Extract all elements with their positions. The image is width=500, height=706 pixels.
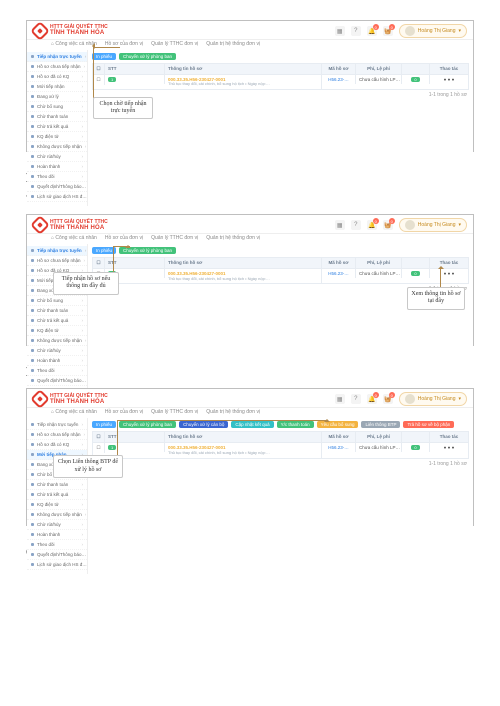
sidebar-item[interactable]: Mới tiếp nhận› — [27, 82, 87, 92]
sidebar-item[interactable]: Chờ bổ sung› — [27, 296, 87, 306]
sidebar-item[interactable]: Hồ sơ chưa tiếp nhận› — [27, 430, 87, 440]
figure-3: HTTT GIẢI QUYẾT TTHCTỈNH THANH HÓA ▦ ? 🔔… — [26, 388, 474, 526]
sidebar-item[interactable]: Chờ trả kết quả› — [27, 316, 87, 326]
sidebar-item[interactable]: Không được tiếp nhận› — [27, 336, 87, 346]
user-chip[interactable]: Hoàng Thị Giang▾ — [399, 218, 467, 232]
sidebar-item[interactable]: Hồ sơ đã có KQ› — [27, 440, 87, 450]
sidebar-item[interactable]: Hồ sơ chưa tiếp nhận› — [27, 62, 87, 72]
sidebar-item[interactable]: Chờ thanh toán› — [27, 480, 87, 490]
sidebar-item[interactable]: Chờ thanh toán› — [27, 112, 87, 122]
cart-icon[interactable]: 🧺0 — [383, 220, 393, 230]
sidebar-item[interactable]: Chờ thanh toán› — [27, 306, 87, 316]
print-button[interactable]: In phiếu — [92, 421, 116, 428]
bell-icon[interactable]: 🔔0 — [367, 220, 377, 230]
return-dossier-button[interactable]: Trả hồ sơ về bộ phận — [403, 421, 454, 428]
sidebar-item[interactable]: Quyết định/Thông báo…› — [27, 182, 87, 192]
avatar — [405, 26, 415, 36]
help-icon[interactable]: ? — [351, 394, 361, 404]
sidebar-item[interactable]: Đang xử lý› — [27, 92, 87, 102]
table-row[interactable]: ☐1 000.33.35.H56-230427-0001Thủ tục thay… — [93, 268, 468, 283]
sidebar-item[interactable]: Chờ trả kết quả› — [27, 490, 87, 500]
sidebar-item[interactable]: KQ điện tử› — [27, 500, 87, 510]
grid-icon[interactable]: ▦ — [335, 220, 345, 230]
grid-icon[interactable]: ▦ — [335, 26, 345, 36]
sidebar-item[interactable]: Theo dõi› — [27, 366, 87, 376]
cart-icon[interactable]: 🧺0 — [383, 26, 393, 36]
sidebar-item[interactable]: Hồ sơ chưa tiếp nhận› — [27, 256, 87, 266]
sidebar-item[interactable]: KQ điện tử› — [27, 132, 87, 142]
sidebar-item[interactable]: Quyết định/Thông báo…› — [27, 376, 87, 386]
logo-icon — [30, 21, 50, 41]
figure-1: HTTT GIẢI QUYẾT TTHC TỈNH THANH HÓA ▦ ? … — [26, 20, 474, 152]
table-row[interactable]: ☐ 1 000.33.35.H56-230427-0001 Thủ tục th… — [93, 74, 468, 89]
figure-2: HTTT GIẢI QUYẾT TTHCTỈNH THANH HÓA ▦ ? 🔔… — [26, 214, 474, 346]
user-chip[interactable]: Hoàng Thị Giang ▾ — [399, 24, 467, 38]
sidebar-item[interactable]: Theo dõi› — [27, 540, 87, 550]
sidebar-item[interactable]: Chờ bổ sung› — [27, 102, 87, 112]
sidebar-item[interactable]: Hồ sơ đã có KQ› — [27, 72, 87, 82]
brand: HTTT GIẢI QUYẾT TTHC TỈNH THANH HÓA — [33, 24, 108, 38]
callout: Chọn chờ tiếp nhận trực tuyến — [93, 97, 153, 119]
sidebar-item[interactable]: Hoàn thành› — [27, 530, 87, 540]
bell-icon[interactable]: 🔔0 — [367, 26, 377, 36]
sidebar-item[interactable]: Tiếp nhận trực tuyến› — [27, 52, 87, 62]
forward-button[interactable]: Chuyển xử lý phòng ban — [119, 53, 176, 60]
sidebar-item[interactable]: Chờ rút/hủy› — [27, 346, 87, 356]
sidebar-item[interactable]: Hoàn thành› — [27, 162, 87, 172]
help-icon[interactable]: ? — [351, 26, 361, 36]
app-header: HTTT GIẢI QUYẾT TTHC TỈNH THANH HÓA ▦ ? … — [27, 21, 473, 40]
sidebar-item[interactable]: Hoàn thành› — [27, 356, 87, 366]
grid-icon[interactable]: ▦ — [335, 394, 345, 404]
callout: Xem thông tin hồ sơ tại đây — [407, 287, 465, 309]
btp-link-button[interactable]: Liên thông BTP — [361, 421, 400, 428]
sidebar-item[interactable]: Lịch sử giao dịch HS đ…› — [27, 560, 87, 570]
help-icon[interactable]: ? — [351, 220, 361, 230]
cart-icon[interactable]: 🧺0 — [383, 394, 393, 404]
sidebar-item[interactable]: Tiếp nhận trực tuyến› — [27, 246, 87, 256]
sidebar-item[interactable]: Không được tiếp nhận› — [27, 142, 87, 152]
chevron-down-icon: ▾ — [458, 28, 461, 34]
row-actions[interactable]: ● ● ● — [430, 75, 468, 84]
sidebar-item[interactable]: Chờ rút/hủy› — [27, 152, 87, 162]
sidebar-item[interactable]: Theo dõi› — [27, 172, 87, 182]
user-chip[interactable]: Hoàng Thị Giang▾ — [399, 392, 467, 406]
sidebar-item[interactable]: KQ điện tử› — [27, 326, 87, 336]
sidebar-item[interactable]: Không được tiếp nhận› — [27, 510, 87, 520]
sidebar: Tiếp nhận trực tuyến› Hồ sơ chưa tiếp nh… — [27, 50, 88, 206]
brand-line2: TỈNH THANH HÓA — [50, 30, 108, 36]
sidebar-item[interactable]: Chờ rút/hủy› — [27, 520, 87, 530]
bell-icon[interactable]: 🔔0 — [367, 394, 377, 404]
sidebar-item[interactable]: Chờ trả kết quả› — [27, 122, 87, 132]
callout: Tiếp nhận hồ sơ nếu thông tin đầy đủ — [53, 272, 119, 294]
sidebar-item[interactable]: Quyết định/Thông báo…› — [27, 550, 87, 560]
records-table: ☐ STT Thông tin hồ sơ Mã hồ sơ Phí, Lệ p… — [92, 63, 469, 90]
action-bar: In phiếu Chuyển xử lý phòng ban — [92, 53, 469, 60]
sidebar-item[interactable]: Lịch sử giao dịch HS đ…› — [27, 192, 87, 202]
sidebar-item[interactable]: Tiếp nhận trực tuyến› — [27, 420, 87, 430]
callout: Chọn Liên thông BTP để xử lý hồ sơ — [53, 455, 123, 477]
user-name: Hoàng Thị Giang — [418, 28, 456, 34]
